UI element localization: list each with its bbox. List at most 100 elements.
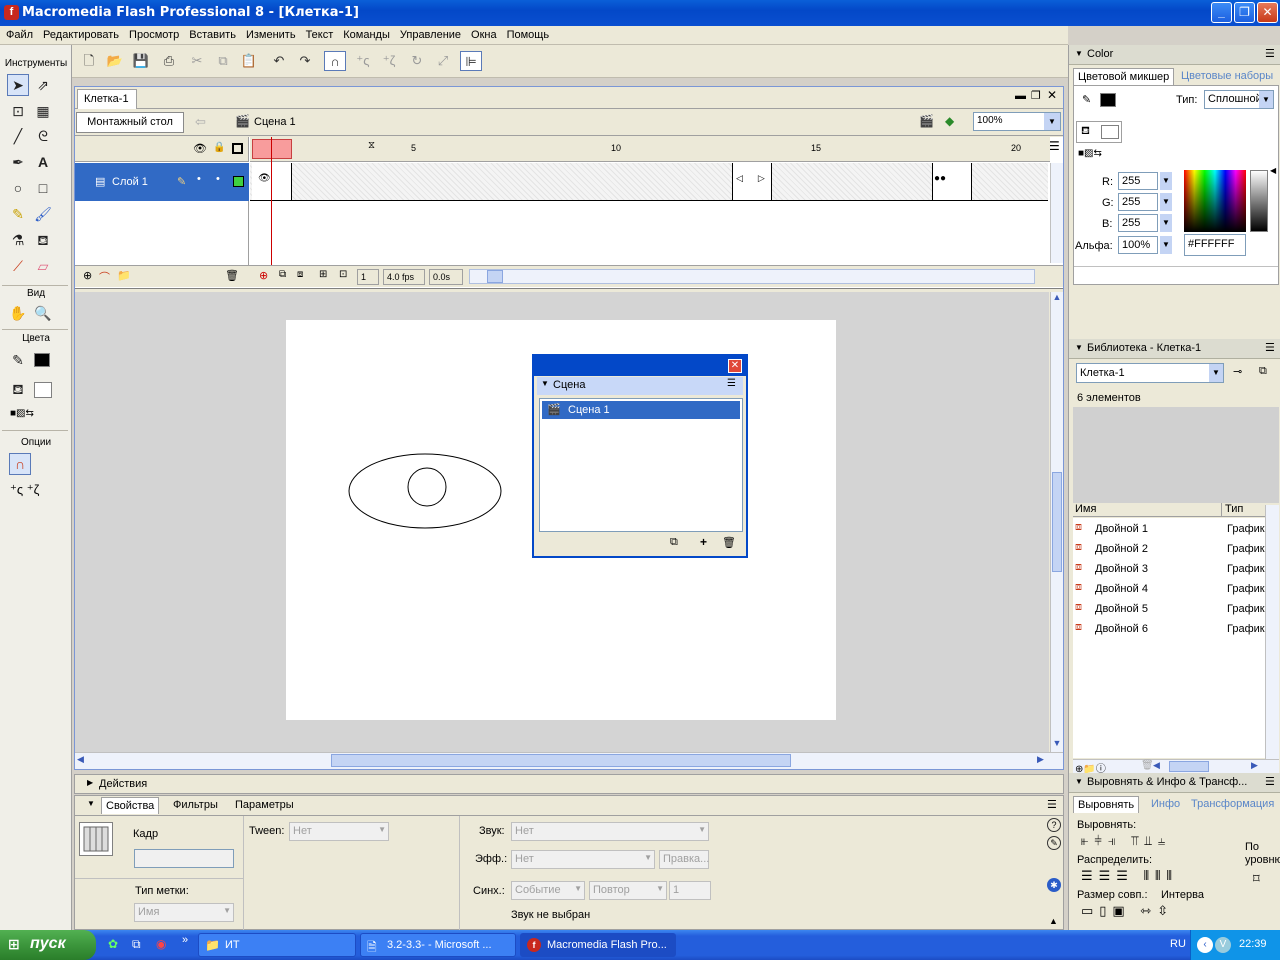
text-tool-icon[interactable]: A (32, 151, 54, 173)
color-swap-icons[interactable]: ■▨⇆ (10, 408, 34, 419)
onion-skin-icon[interactable]: ⧉ (279, 269, 286, 280)
pin-library-icon[interactable]: ⊸ (1233, 365, 1242, 378)
cut-icon[interactable]: ✂ (186, 51, 208, 71)
sync-select[interactable]: Событие ▼ (511, 881, 585, 900)
add-scene-icon[interactable]: + (700, 535, 707, 549)
outline-icon[interactable] (232, 143, 243, 154)
fill-color-swatch[interactable] (1101, 125, 1119, 139)
open-file-icon[interactable]: 📂 (104, 51, 126, 71)
rotate-icon[interactable]: ↻ (406, 51, 428, 71)
eye-icon[interactable]: 👁 (193, 142, 207, 155)
scene-breadcrumb[interactable]: Сцена 1 (254, 116, 296, 128)
actions-panel-bar[interactable]: ▶ Действия (74, 774, 1064, 794)
help-icon[interactable]: ? (1047, 818, 1061, 832)
edit-sound-button[interactable]: Правка... (659, 850, 709, 869)
scene-list-item[interactable]: 🎬 Сцена 1 (542, 401, 740, 419)
col-type-header[interactable]: Тип (1225, 503, 1243, 515)
layer-name[interactable]: Слой 1 (112, 176, 148, 188)
doc-minimize-icon[interactable]: ▬ (1015, 90, 1026, 102)
outline-color-swatch[interactable] (233, 176, 244, 187)
library-vscroll[interactable] (1265, 505, 1279, 759)
scale-icon[interactable]: ⤢ (432, 51, 454, 71)
layer-row[interactable]: ▤ Слой 1 ✎ • • (75, 163, 249, 201)
g-input[interactable]: 255 (1118, 193, 1158, 211)
lasso-tool-icon[interactable]: ᘓ (32, 125, 54, 147)
maximize-button[interactable]: ❐ (1234, 2, 1255, 23)
panel-menu-icon[interactable]: ☰ (1047, 798, 1057, 811)
delete-layer-icon[interactable]: 🗑 (225, 269, 239, 282)
eyedropper-tool-icon[interactable]: ⟋ (7, 255, 29, 277)
rectangle-tool-icon[interactable]: □ (32, 177, 54, 199)
delete-scene-icon[interactable]: 🗑 (722, 536, 736, 549)
menu-insert[interactable]: Вставить (184, 26, 241, 41)
collapse-triangle-icon[interactable]: ▼ (1075, 49, 1083, 58)
repeat-count-input[interactable]: 1 (669, 881, 711, 900)
tab-color-swatches[interactable]: Цветовые наборы (1177, 68, 1277, 85)
straighten-icon[interactable]: ⁺ζ (378, 51, 400, 71)
minimize-button[interactable]: _ (1211, 2, 1232, 23)
effect-select[interactable]: Нет ▼ (511, 850, 655, 869)
timeline-menu-icon[interactable]: ☰ (1049, 139, 1060, 153)
stroke-color-swatch[interactable] (1100, 93, 1116, 107)
center-frame-icon[interactable]: ⊕ (259, 269, 268, 282)
hand-tool-icon[interactable]: ✋ (7, 302, 29, 324)
undo-icon[interactable]: ↶ (268, 51, 290, 71)
color-panel-header[interactable]: ▼ Color ☰ (1069, 45, 1280, 65)
save-icon[interactable]: 💾 (130, 51, 152, 71)
tab-parameters[interactable]: Параметры (235, 799, 294, 811)
align-icon[interactable]: ⊫ (460, 51, 482, 71)
fill-color-swatch[interactable] (34, 382, 52, 398)
alpha-spin[interactable]: ▼ (1160, 236, 1172, 254)
fps-display[interactable]: 4.0 fps (383, 269, 425, 285)
color-spectrum[interactable] (1184, 170, 1246, 232)
col-name-header[interactable]: Имя (1075, 503, 1096, 515)
timeline-hscroll[interactable] (469, 269, 1035, 284)
quicklaunch-icon-2[interactable]: ⧉ (132, 937, 141, 952)
hex-input[interactable]: #FFFFFF (1184, 234, 1246, 256)
taskbar-item-word[interactable]: 🗎 3.2-3.3- - Microsoft ... (360, 933, 516, 957)
align-buttons-icons[interactable]: ⫦⫩⫣ ⫪⫫⫨ (1081, 833, 1171, 849)
menu-modify[interactable]: Изменить (241, 26, 301, 41)
subselection-tool-icon[interactable]: ⇗ (32, 74, 54, 96)
list-item[interactable]: ⧈ Двойной 1 График (1073, 520, 1265, 538)
b-spin[interactable]: ▼ (1160, 214, 1172, 232)
chevron-up-icon[interactable]: ▲ (1051, 292, 1063, 302)
duplicate-scene-icon[interactable]: ⧉ (670, 536, 678, 549)
taskbar-item-flash[interactable]: f Macromedia Flash Pro... (520, 933, 676, 957)
tab-filters[interactable]: Фильтры (173, 799, 218, 811)
collapse-triangle-icon[interactable]: ▼ (541, 379, 549, 388)
tab-color-mixer[interactable]: Цветовой микшер (1073, 68, 1175, 85)
collapse-triangle-icon[interactable]: ▼ (1075, 777, 1083, 786)
smooth-straighten-icons[interactable]: ⁺ς ⁺ζ (10, 482, 39, 498)
r-spin[interactable]: ▼ (1160, 172, 1172, 190)
stage-vscroll[interactable]: ▲ ▼ (1050, 292, 1063, 752)
back-arrow-icon[interactable]: ⇦ (195, 114, 206, 130)
accessibility-icon[interactable]: ✱ (1047, 878, 1061, 892)
g-spin[interactable]: ▼ (1160, 193, 1172, 211)
new-library-icon[interactable]: ⧉ (1259, 365, 1267, 378)
expand-triangle-icon[interactable]: ▶ (87, 778, 93, 787)
eye-outer-oval[interactable] (348, 453, 502, 529)
lock-icon[interactable]: 🔒 (213, 142, 225, 153)
menu-view[interactable]: Просмотр (124, 26, 184, 41)
snap-icon[interactable]: ∩ (324, 51, 346, 71)
playhead-frame[interactable] (252, 139, 292, 159)
stroke-color-swatch[interactable] (34, 353, 50, 367)
add-guide-icon[interactable]: ⌒ (99, 269, 110, 285)
redo-icon[interactable]: ↷ (294, 51, 316, 71)
list-item[interactable]: ⧈ Двойной 3 График (1073, 560, 1265, 578)
oval-tool-icon[interactable]: ○ (7, 177, 29, 199)
line-tool-icon[interactable]: ╱ (7, 125, 29, 147)
list-item[interactable]: ⧈ Двойной 4 График (1073, 580, 1265, 598)
stage-vscroll-thumb[interactable] (1052, 472, 1062, 572)
stage-hscroll-thumb[interactable] (331, 754, 791, 767)
eye-inner-circle[interactable] (407, 467, 447, 507)
close-icon[interactable]: ✕ (728, 359, 742, 373)
quicklaunch-icon-1[interactable]: ✿ (108, 937, 118, 951)
chevron-right-icon[interactable]: ▶ (1251, 760, 1258, 771)
pencil-tool-icon[interactable]: ✎ (7, 203, 29, 225)
edit-multiple-icon[interactable]: ⊞ (319, 269, 327, 280)
fill-transform-tool-icon[interactable]: ▦ (32, 100, 54, 122)
tab-transform[interactable]: Трансформация (1187, 796, 1278, 813)
panel-menu-icon[interactable]: ☰ (727, 378, 736, 389)
